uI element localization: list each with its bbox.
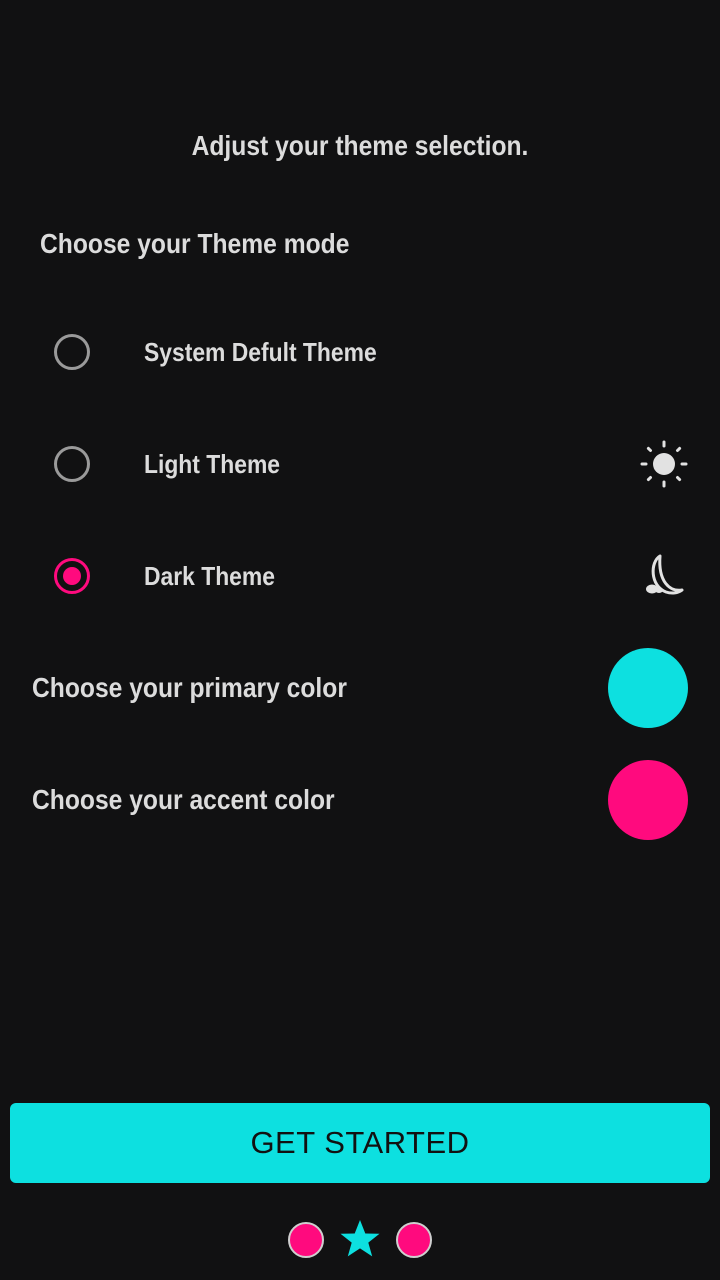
option-label-system-default: System Defult Theme [144, 336, 377, 367]
moon-icon [640, 552, 688, 600]
theme-setup-screen: Adjust your theme selection. Choose your… [0, 0, 720, 1280]
option-label-dark-theme: Dark Theme [144, 560, 275, 591]
radio-light-theme[interactable] [54, 446, 90, 482]
primary-color-row[interactable]: Choose your primary color [0, 646, 720, 730]
get-started-button[interactable]: GET STARTED [10, 1103, 710, 1183]
accent-color-swatch[interactable] [608, 760, 688, 840]
option-label-light-theme: Light Theme [144, 448, 281, 479]
option-light-theme[interactable]: Light Theme [0, 424, 720, 504]
page-dot-1[interactable] [288, 1222, 324, 1258]
theme-mode-label: Choose your Theme mode [40, 228, 350, 259]
option-dark-theme[interactable]: Dark Theme [0, 536, 720, 616]
sun-icon [640, 440, 688, 488]
accent-color-row[interactable]: Choose your accent color [0, 758, 720, 842]
page-title: Adjust your theme selection. [191, 130, 529, 161]
page-indicator [0, 1218, 720, 1262]
radio-system-default[interactable] [54, 334, 90, 370]
option-system-default[interactable]: System Defult Theme [0, 312, 720, 392]
accent-color-label: Choose your accent color [32, 784, 335, 815]
radio-dark-theme[interactable] [54, 558, 90, 594]
primary-color-swatch[interactable] [608, 648, 688, 728]
current-page-star-icon[interactable] [338, 1218, 382, 1262]
primary-color-label: Choose your primary color [32, 672, 347, 703]
page-dot-3[interactable] [396, 1222, 432, 1258]
